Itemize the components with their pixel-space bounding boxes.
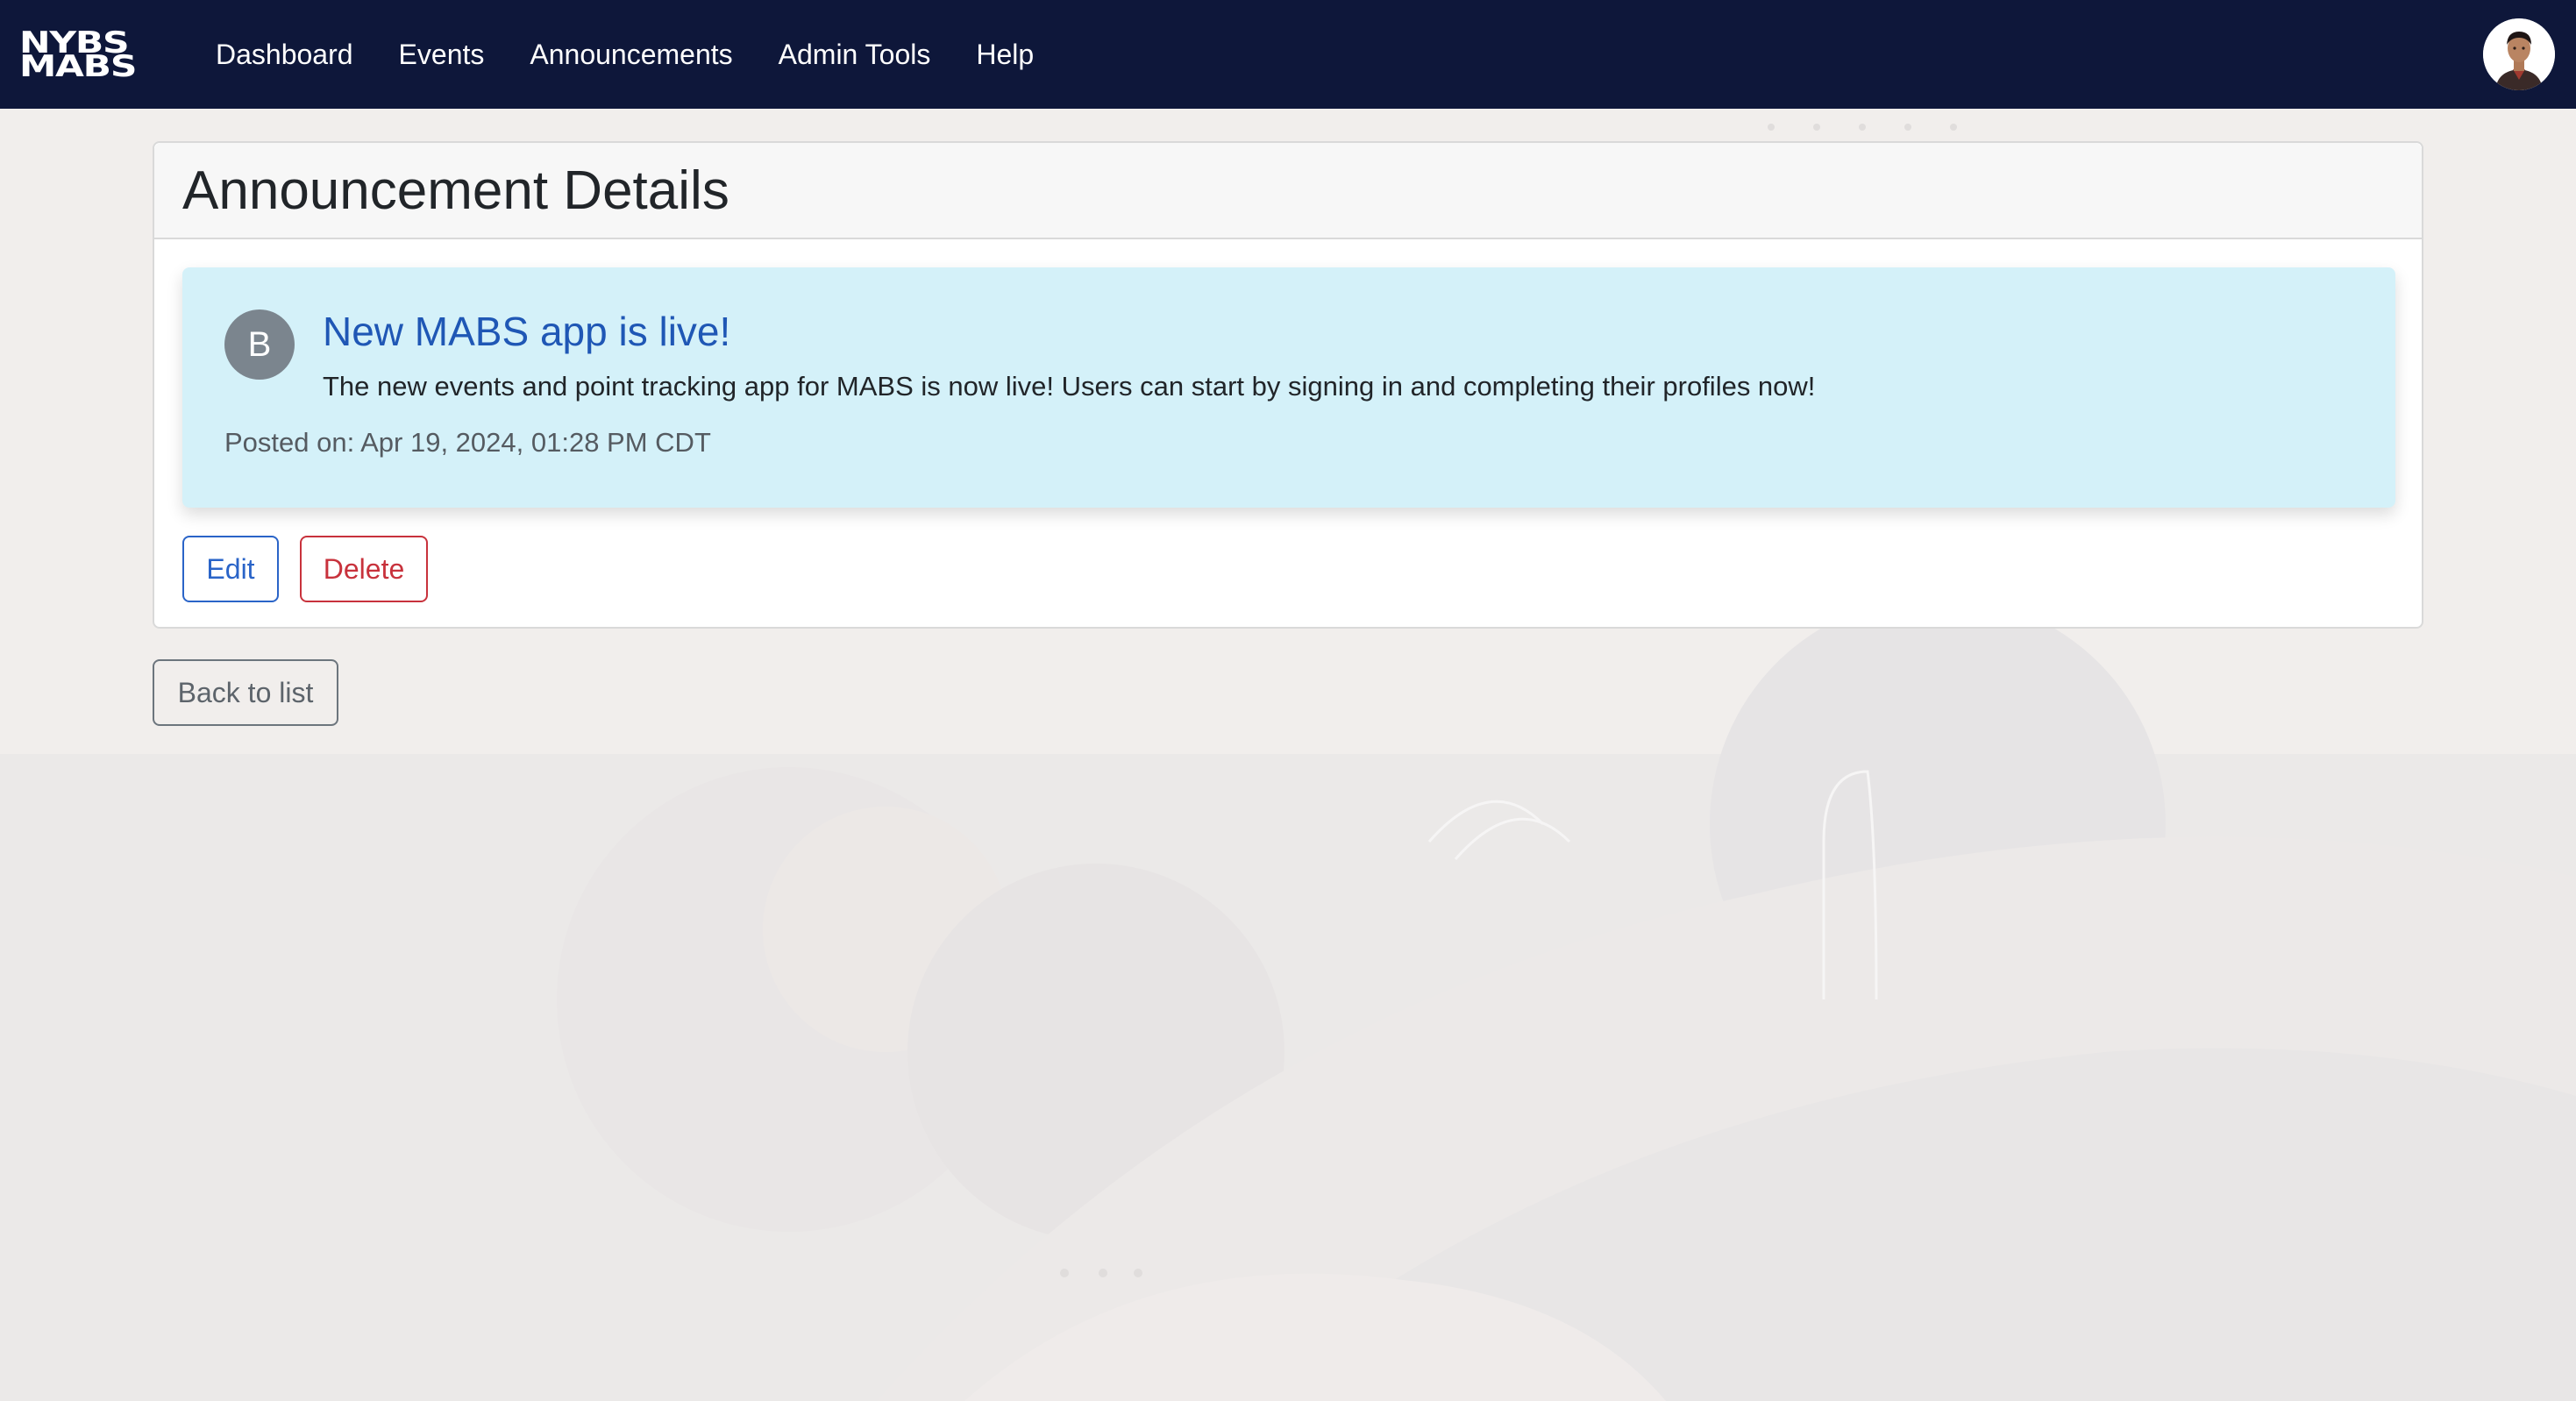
edit-button[interactable]: Edit [182,536,279,602]
nav-link-events[interactable]: Events [399,39,485,71]
page-title: Announcement Details [182,160,729,221]
nav-link-admin-tools[interactable]: Admin Tools [779,39,931,71]
brand-logo[interactable]: NYBS MABS [19,28,177,82]
delete-button[interactable]: Delete [300,536,428,602]
nav-links: Dashboard Events Announcements Admin Too… [216,0,1079,109]
user-avatar[interactable] [2483,18,2555,90]
nav-link-announcements[interactable]: Announcements [530,39,732,71]
card-header: Announcement Details [154,143,2422,239]
nav-link-dashboard[interactable]: Dashboard [216,39,353,71]
announcement-details-card: Announcement Details B New MABS app is l… [153,141,2423,629]
announcement-title: New MABS app is live! [323,309,731,354]
back-to-list-button[interactable]: Back to list [153,659,338,726]
brand-logo-line2: MABS [19,49,137,84]
user-avatar-icon [2483,18,2555,90]
announcement-body: The new events and point tracking app fo… [323,371,1816,402]
announcement-posted-date: Posted on: Apr 19, 2024, 01:28 PM CDT [224,427,711,458]
top-navbar: NYBS MABS Dashboard Events Announcements… [0,0,2576,109]
nav-link-help[interactable]: Help [976,39,1034,71]
page: NYBS MABS Dashboard Events Announcements… [0,0,2576,1401]
announcement-item: B New MABS app is live! The new events a… [182,267,2395,508]
author-avatar: B [224,309,295,380]
